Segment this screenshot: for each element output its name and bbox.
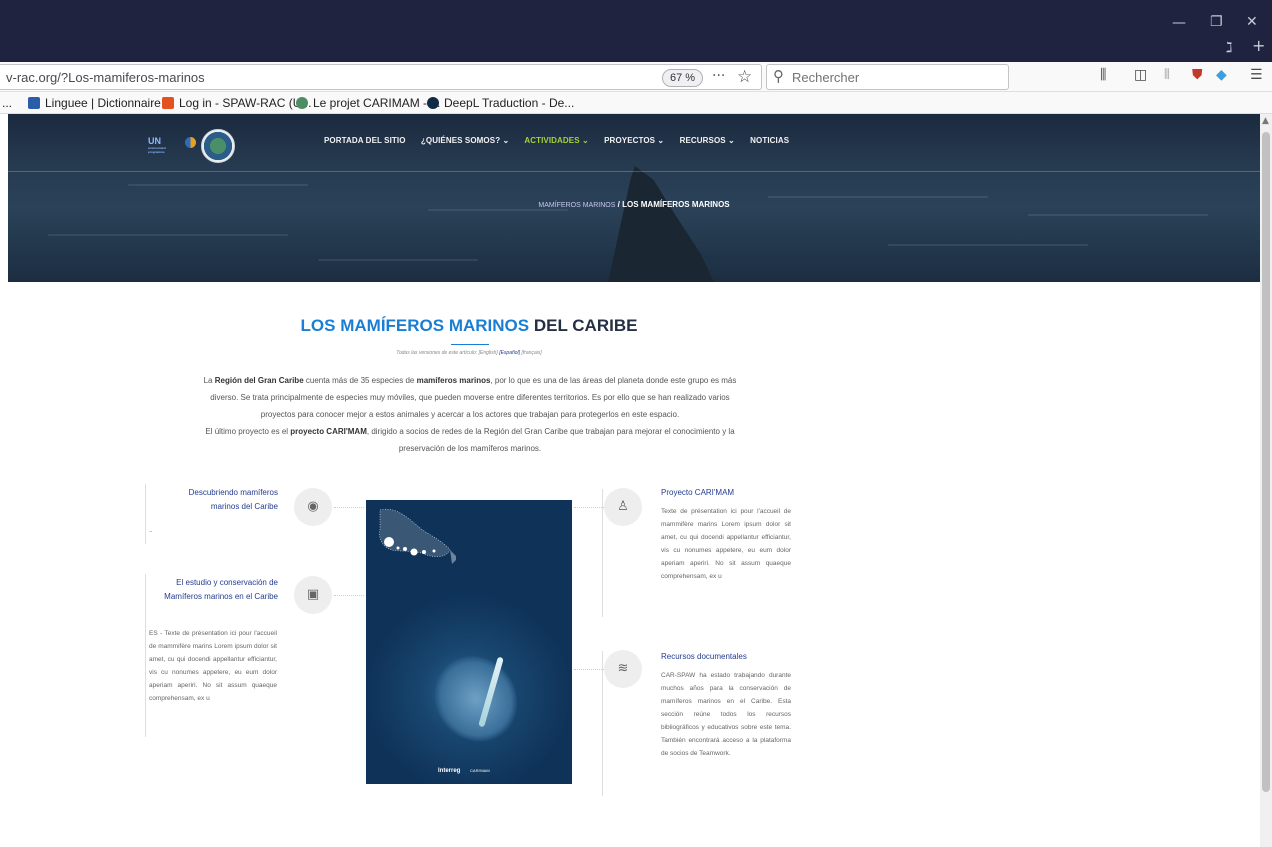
language-versions: Todas las versiones de este artículo: [E… <box>396 350 542 356</box>
globe-icon <box>296 97 308 109</box>
spaw-globe-logo <box>201 129 235 163</box>
carimam-poster-image[interactable]: Interreg CARI'MAM <box>366 500 572 784</box>
nav-recursos[interactable]: RECURSOS ⌄ <box>680 136 735 145</box>
search-icon: ⚲ <box>773 67 784 85</box>
nav-portada[interactable]: PORTADA DEL SITIO <box>324 136 406 145</box>
breadcrumb-current: LOS MAMÍFEROS MARINOS <box>622 200 730 209</box>
menu-icon[interactable]: ☰ <box>1250 67 1263 83</box>
section-body-descubriendo: .. <box>149 527 153 534</box>
url-bar[interactable]: v-rac.org/?Los-mamiferos-marinos 67 % ··… <box>0 64 762 90</box>
breadcrumb-parent[interactable]: MAMÍFEROS MARINOS <box>538 202 615 209</box>
scroll-up-icon[interactable]: ▲ <box>1262 116 1269 126</box>
un-environment-logo: UN environment programme <box>148 136 167 154</box>
presentation-icon[interactable]: ▣ <box>294 576 332 614</box>
deepl-icon <box>427 97 439 109</box>
section-title-carimam[interactable]: Proyecto CARI'MAM <box>661 486 734 500</box>
bookmark-deepl[interactable]: DeepL Traduction - De... <box>427 96 574 110</box>
layers-icon[interactable]: ≋ <box>604 650 642 688</box>
nav-actividades[interactable]: ACTIVIDADES ⌄ <box>524 136 588 145</box>
version-espanol[interactable]: [Español] <box>499 350 520 356</box>
intro-line-1: La Región del Gran Caribe cuenta más de … <box>203 376 737 385</box>
extension-icon[interactable]: ◆ <box>1216 67 1227 83</box>
carimam-logo-text: CARI'MAM <box>470 768 490 773</box>
bookmark-carimam[interactable]: Le projet CARIMAM - ... <box>296 96 440 110</box>
breadcrumb: MAMÍFEROS MARINOS / LOS MAMÍFEROS MARINO… <box>8 200 1260 209</box>
intro-line-4: El último proyecto es el proyecto CARI'M… <box>205 427 735 436</box>
hero-banner: UN environment programme PORTADA DEL SITI… <box>8 114 1260 282</box>
eye-icon[interactable]: ◉ <box>294 488 332 526</box>
search-placeholder: Rechercher <box>792 70 860 85</box>
dolphin-fin-image <box>608 166 714 282</box>
team-icon[interactable]: ♙ <box>604 488 642 526</box>
main-navigation: PORTADA DEL SITIO ¿QUIÉNES SOMOS? ⌄ ACTI… <box>324 136 802 145</box>
url-text[interactable]: v-rac.org/?Los-mamiferos-marinos <box>6 70 205 85</box>
minimize-icon[interactable]: — <box>1172 16 1186 30</box>
nav-proyectos[interactable]: PROYECTOS ⌄ <box>604 136 664 145</box>
bookmark-label: Linguee | Dictionnaire ... <box>45 96 175 110</box>
caribbean-map-graphic <box>379 508 456 564</box>
version-english[interactable]: [English] <box>479 350 498 356</box>
bookmark-label: Le projet CARIMAM - ... <box>313 96 441 110</box>
reader-icon[interactable]: ⫴ <box>1164 67 1170 83</box>
bookmark-spaw-login[interactable]: Log in - SPAW-RAC (U... <box>162 96 311 110</box>
section-body-carimam: Texte de présentation ici pour l'accueil… <box>661 508 791 580</box>
close-icon[interactable]: ✕ <box>1246 15 1258 29</box>
title-underline <box>451 344 489 345</box>
nav-quienes-somos[interactable]: ¿QUIÉNES SOMOS? ⌄ <box>421 136 509 145</box>
ublock-icon[interactable]: ⛊ <box>1192 67 1203 83</box>
tumblr-icon <box>162 97 174 109</box>
bookmark-label: DeepL Traduction - De... <box>444 96 575 110</box>
bookmark-label: Log in - SPAW-RAC (U... <box>179 96 312 110</box>
section-title-estudio[interactable]: El estudio y conservación de Mamíferos m… <box>150 576 278 604</box>
page-scrollbar[interactable]: ▲ <box>1260 114 1272 847</box>
page-actions-icon[interactable]: ··· <box>712 68 725 84</box>
browser-title-bar: — ❐ ✕ ℷ + <box>0 0 1272 62</box>
interreg-logo: Interreg <box>438 768 461 774</box>
section-title-descubriendo[interactable]: Descubriendo mamíferos marinos del Carib… <box>160 486 278 514</box>
navigation-toolbar: v-rac.org/?Los-mamiferos-marinos 67 % ··… <box>0 62 1272 92</box>
zoom-indicator[interactable]: 67 % <box>662 69 704 87</box>
page-viewport: UN environment programme PORTADA DEL SITI… <box>0 114 1260 847</box>
section-title-recursos[interactable]: Recursos documentales <box>661 650 747 664</box>
intro-line-3: proyectos para conocer mejor a estos ani… <box>260 410 680 419</box>
bookmarks-toolbar: ... Linguee | Dictionnaire ... Log in - … <box>0 92 1272 114</box>
poster-brand: Interreg CARI'MAM <box>438 768 490 774</box>
bookmark-star-icon[interactable]: ☆ <box>737 67 752 87</box>
section-body-estudio: ES - Texte de présentation ici pour l'ac… <box>149 630 277 702</box>
rss-icon[interactable]: ℷ <box>1226 41 1233 55</box>
bookmark-overflow[interactable]: ... <box>2 96 12 110</box>
version-francais[interactable]: [français] <box>521 350 541 356</box>
scrollbar-thumb[interactable] <box>1262 132 1270 792</box>
section-body-recursos: CAR-SPAW ha estado trabajando durante mu… <box>661 672 791 757</box>
intro-line-5: preservación de los mamíferos marinos. <box>398 444 542 453</box>
sun-logo-icon <box>185 137 196 148</box>
linguee-icon <box>28 97 40 109</box>
page-title: LOS MAMÍFEROS MARINOS DEL CARIBE <box>300 316 638 335</box>
breadcrumb-separator: / <box>617 200 620 209</box>
whale-image <box>417 640 535 758</box>
search-bar[interactable]: ⚲ Rechercher <box>766 64 1009 90</box>
sidebar-icon[interactable]: ◫ <box>1134 67 1147 83</box>
new-tab-icon[interactable]: + <box>1252 38 1265 54</box>
restore-icon[interactable]: ❐ <box>1210 15 1223 29</box>
library-icon[interactable]: ⫼ <box>1100 67 1106 83</box>
nav-noticias[interactable]: NOTICIAS <box>750 136 789 145</box>
intro-line-2: diverso. Se trata principalmente de espe… <box>210 393 730 402</box>
bookmark-linguee[interactable]: Linguee | Dictionnaire ... <box>28 96 174 110</box>
